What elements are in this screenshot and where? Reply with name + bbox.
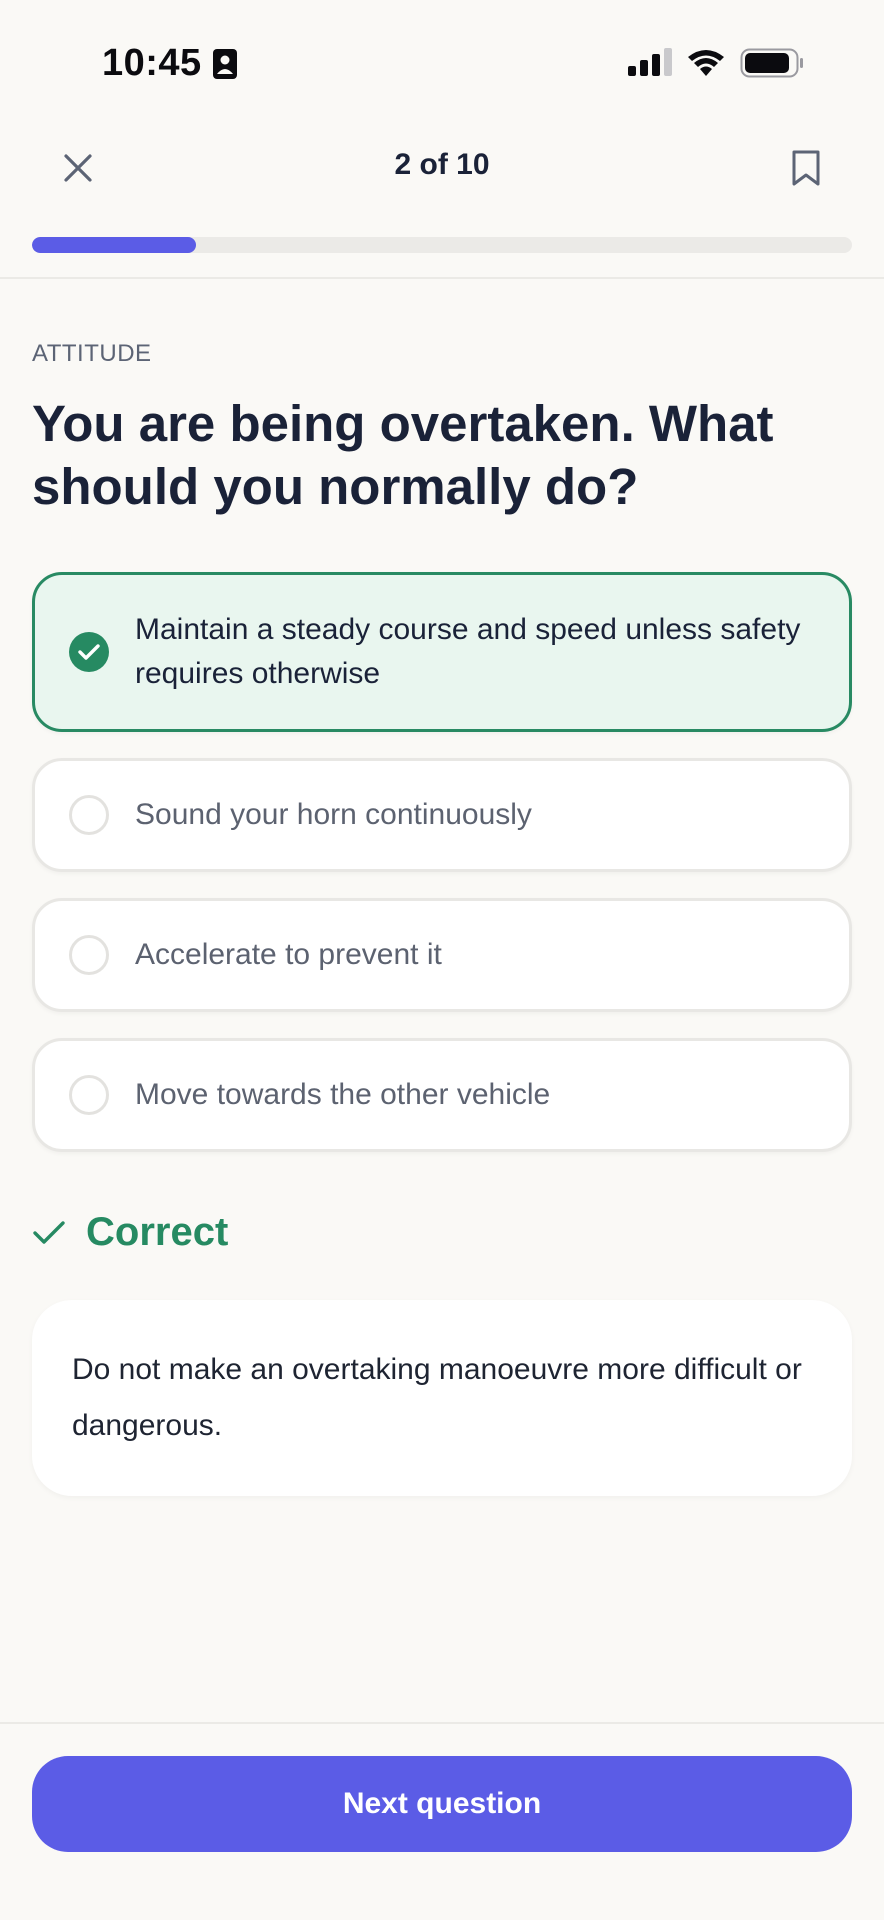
check-circle-icon [69, 632, 109, 672]
explanation-card: Do not make an overtaking manoeuvre more… [32, 1300, 852, 1496]
wifi-icon [688, 50, 724, 76]
answer-option-label: Maintain a steady course and speed unles… [135, 613, 801, 690]
answer-option[interactable]: Move towards the other vehicle [32, 1038, 852, 1152]
answer-option-label: Sound your horn continuously [135, 798, 532, 831]
status-bar: 10:45 [0, 0, 884, 120]
answer-options: Maintain a steady course and speed unles… [32, 572, 852, 1178]
explanation-text: Do not make an overtaking manoeuvre more… [72, 1353, 802, 1442]
battery-icon [740, 48, 803, 78]
status-time: 10:45 [102, 42, 202, 84]
radio-circle-icon [69, 795, 109, 835]
status-time-container: 10:45 [102, 42, 238, 85]
answer-option[interactable]: Sound your horn continuously [32, 758, 852, 872]
answer-option-label: Move towards the other vehicle [135, 1078, 551, 1111]
result-label: Correct [86, 1210, 229, 1254]
answer-option-label: Accelerate to prevent it [135, 938, 442, 971]
status-icons [628, 48, 804, 78]
radio-circle-icon [69, 1075, 109, 1115]
result-indicator: Correct [32, 1210, 228, 1255]
question-text: You are being overtaken. What should you… [32, 395, 774, 515]
next-question-button[interactable]: Next question [32, 1756, 852, 1852]
quiz-screen: 10:45 2 of 10 ATTITUDE You are being ove… [0, 0, 884, 1920]
radio-circle-icon [69, 935, 109, 975]
question-counter: 2 of 10 [394, 148, 490, 181]
quiz-header: 2 of 10 [0, 128, 884, 208]
header-divider [0, 277, 884, 279]
signal-icon [628, 48, 672, 76]
id-card-icon [212, 48, 237, 79]
progress-fill [32, 237, 196, 253]
footer-divider [0, 1722, 884, 1724]
bookmark-icon [792, 150, 820, 186]
bookmark-button[interactable] [784, 144, 828, 192]
answer-option-correct[interactable]: Maintain a steady course and speed unles… [32, 572, 852, 732]
answer-option[interactable]: Accelerate to prevent it [32, 898, 852, 1012]
question-category: ATTITUDE [32, 340, 152, 367]
checkmark-icon [33, 1220, 65, 1244]
progress-bar [32, 237, 852, 253]
